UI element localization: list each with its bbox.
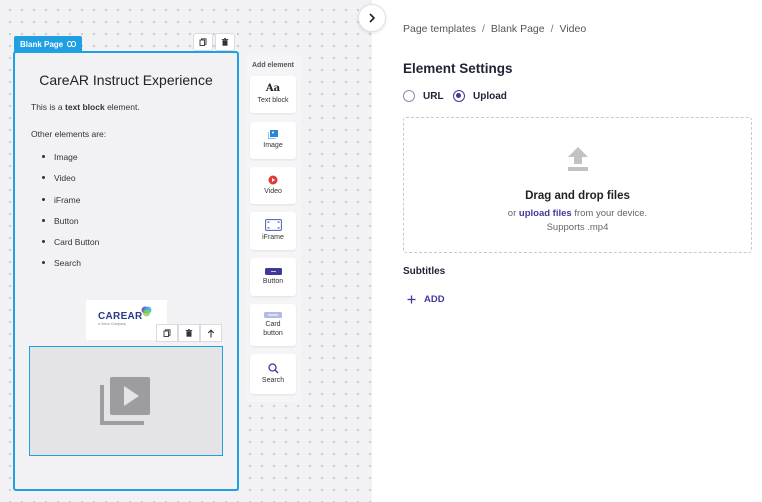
breadcrumb-page-templates[interactable]: Page templates (403, 23, 476, 35)
breadcrumb-video: Video (559, 23, 587, 35)
logo-subtext: a Xerox Company (98, 322, 127, 326)
add-card-button[interactable]: Card button (250, 304, 296, 346)
logo-text: CAREAR (98, 311, 143, 322)
list-item: Video (42, 173, 99, 194)
page-tag[interactable]: Blank Page (14, 36, 83, 52)
collapse-panel-button[interactable] (358, 4, 386, 32)
video-element[interactable] (29, 346, 223, 456)
duplicate-video-button[interactable] (156, 324, 178, 342)
page-preview[interactable]: CareAR Instruct Experience This is a tex… (13, 51, 239, 491)
duplicate-page-button[interactable] (193, 33, 213, 51)
move-up-button[interactable] (200, 324, 222, 342)
search-icon (267, 362, 278, 374)
add-image[interactable]: Image (250, 122, 296, 159)
breadcrumb-separator: / (481, 23, 485, 35)
add-text-block[interactable]: Aa Text block (250, 76, 296, 113)
add-text-block-label: Text block (257, 97, 289, 105)
element-settings-title: Element Settings (403, 61, 513, 76)
upload-files-link[interactable]: upload files (519, 208, 572, 219)
editor-canvas: Blank Page CareAR Instruct Experience Th… (0, 0, 372, 502)
button-icon (264, 267, 282, 275)
copy-icon (199, 38, 207, 46)
other-elements-label: Other elements are: (31, 129, 107, 139)
delete-page-button[interactable] (215, 33, 235, 51)
list-item: iFrame (42, 195, 99, 216)
add-element-title: Add element (251, 62, 294, 69)
page-title: CareAR Instruct Experience (39, 72, 213, 88)
element-list: Image Video iFrame Button Card Button Se… (42, 152, 99, 280)
breadcrumb-separator: / (550, 23, 554, 35)
upload-radio-option[interactable]: Upload (453, 90, 507, 102)
page-tag-label: Blank Page (20, 39, 64, 49)
text-block-element[interactable]: This is a text block element. (31, 102, 140, 112)
text-block-icon: Aa (265, 83, 281, 95)
add-search-label: Search (261, 376, 285, 384)
url-radio[interactable] (403, 90, 415, 102)
text-block-suffix: element. (104, 102, 140, 112)
add-button-label: Button (262, 277, 284, 285)
copy-icon (163, 329, 171, 337)
breadcrumb: Page templates / Blank Page / Video (403, 23, 586, 35)
dropzone-supports: Supports .mp4 (546, 222, 609, 233)
add-iframe-label: iFrame (262, 234, 284, 242)
list-item: Button (42, 216, 99, 237)
add-video-label: Video (264, 187, 282, 195)
video-icon (268, 175, 278, 185)
add-subtitle-label: ADD (424, 294, 445, 305)
trash-icon (185, 329, 193, 337)
trash-icon (221, 38, 229, 46)
iframe-icon (264, 219, 282, 232)
dropzone-title: Drag and drop files (525, 190, 630, 202)
image-icon (268, 130, 278, 140)
link-icon (67, 41, 77, 47)
chevron-right-icon (369, 13, 376, 23)
list-item: Search (42, 258, 99, 279)
delete-video-button[interactable] (178, 324, 200, 342)
breadcrumb-blank-page[interactable]: Blank Page (491, 23, 545, 35)
add-iframe[interactable]: iFrame (250, 212, 296, 250)
arrow-up-icon (207, 328, 215, 337)
text-block-bold: text block (65, 102, 105, 112)
add-card-button-label: Card button (263, 320, 283, 337)
file-dropzone[interactable]: Drag and drop files or upload files from… (403, 117, 752, 253)
add-search[interactable]: Search (250, 354, 296, 394)
add-element-panel: Add element Aa Text block Image Video iF… (245, 55, 301, 402)
settings-panel: Page templates / Blank Page / Video Elem… (372, 0, 762, 502)
text-block-prefix: This is a (31, 102, 66, 112)
add-image-label: Image (263, 142, 283, 150)
dropzone-suffix: from your device. (571, 208, 648, 219)
carear-logo[interactable]: CAREAR a Xerox Company (86, 300, 167, 340)
add-subtitle-button[interactable]: ADD (407, 294, 445, 305)
url-radio-label: URL (423, 90, 444, 102)
dropzone-instructions: or upload files from your device. (404, 208, 751, 219)
subtitles-label: Subtitles (403, 266, 446, 277)
plus-icon (407, 295, 416, 304)
logo-mark-icon (141, 306, 152, 317)
upload-radio[interactable] (453, 90, 465, 102)
add-video[interactable]: Video (250, 167, 296, 204)
dropzone-prefix: or (507, 208, 519, 219)
upload-icon (568, 147, 588, 171)
upload-radio-label: Upload (473, 90, 507, 102)
video-placeholder-icon (100, 377, 150, 425)
card-button-icon (264, 311, 282, 318)
list-item: Card Button (42, 237, 99, 258)
add-button[interactable]: Button (250, 258, 296, 296)
url-radio-option[interactable]: URL (403, 90, 444, 102)
list-item: Image (42, 152, 99, 173)
